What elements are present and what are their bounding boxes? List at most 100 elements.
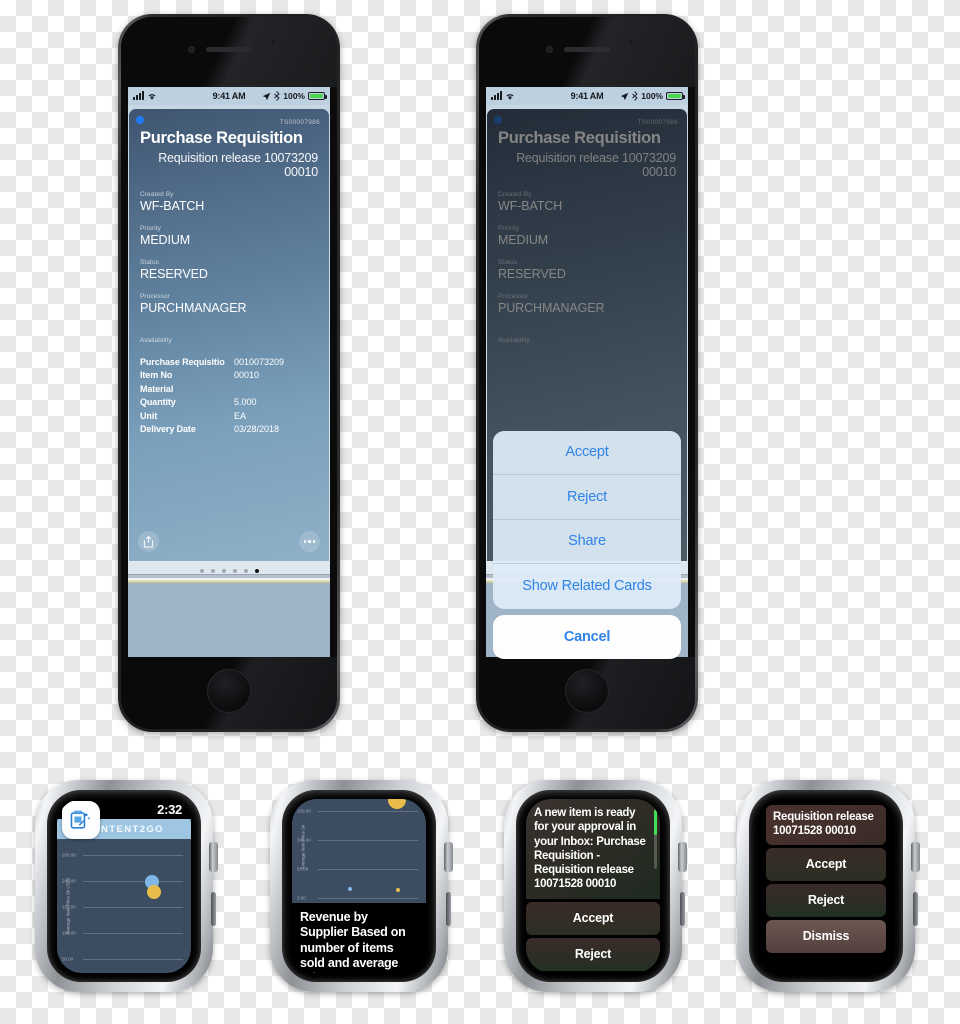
front-camera-icon [188,46,195,53]
phone-bottom-bezel [479,657,695,729]
phone-action-sheet-view: 9:41 AM 100% TS00007986 Purchase Requisi… [476,14,698,732]
field-value: MEDIUM [498,233,549,247]
notification-accept-button[interactable]: Accept [526,901,660,935]
watch-glass: A new item is ready for your approval in… [516,790,670,982]
earpiece-speaker [564,47,610,52]
page-dot[interactable] [199,569,204,573]
field-created-by: Created By WF-BATCH [498,191,687,213]
chart-tick-label: 150.00 [297,808,311,814]
detail-value: 5.000 [234,397,257,408]
detail-key: Purchase Requisitio [140,357,225,367]
page-dot-active[interactable] [254,569,259,573]
watch-side-button[interactable] [211,892,216,926]
table-row: Unit EA [140,411,284,424]
status-bar-time: 9:41 AM [570,91,604,101]
notification-dismiss-button[interactable]: Dismiss [766,919,886,953]
chart-caption: Revenue by Supplier Based on number of i… [292,903,426,973]
watch2-screen: Average Item Price (in 150.00 100.00 50.… [292,799,426,973]
phone2-screen: 9:41 AM 100% TS00007986 Purchase Requisi… [486,87,688,663]
watch1-screen: 2:32 CONTENT2GO Average Item Price (in U… [57,799,191,973]
watch-side-button[interactable] [913,892,918,926]
phone-bezel: 9:41 AM 100% TS00007986 Purchase Requisi… [479,17,695,729]
wifi-icon [148,93,156,100]
card-title: Purchase Requisition [140,129,303,147]
front-camera-icon [546,46,553,53]
action-reject-button[interactable]: Reject [493,475,681,520]
field-value: WF-BATCH [140,199,205,213]
watch-notification-actions: Requisition release 10071528 00010 Accep… [737,780,920,992]
page-indicator[interactable] [128,569,330,573]
bluetooth-icon [632,91,638,101]
card-code-label: TS00007986 [637,119,678,126]
battery-icon [308,92,327,100]
digital-crown[interactable] [678,842,687,872]
chart-point [396,888,400,892]
watch-notification: A new item is ready for your approval in… [504,780,687,992]
proximity-sensor-icon [629,39,633,43]
scrollbar[interactable] [654,809,657,869]
requisition-detail-table: Purchase Requisitio 0010073209 Item No 0… [140,357,284,437]
field-value: MEDIUM [140,233,191,247]
field-label: Status [140,259,160,266]
detail-key: Quantity [140,397,176,408]
battery-percent-label: 100% [641,91,663,101]
cellular-signal-icon [133,91,144,100]
page-dot[interactable] [232,569,237,573]
field-value: PURCHMANAGER [140,301,247,315]
field-label: Created By [140,191,174,198]
field-label: Priority [498,225,520,232]
action-accept-button[interactable]: Accept [493,431,681,475]
field-value: RESERVED [498,267,566,281]
cellular-signal-icon [491,91,502,100]
field-status: Status RESERVED [140,259,329,281]
more-icon[interactable] [299,531,320,552]
phone-top-bezel [121,17,337,87]
home-button[interactable] [565,669,609,713]
chart-point [147,885,161,899]
chart-tick-label: 200.00 [62,878,76,884]
content2go-app-icon[interactable] [62,801,100,839]
digital-crown[interactable] [444,842,453,872]
field-priority: Priority MEDIUM [140,225,329,247]
digital-crown[interactable] [209,842,218,872]
watch-app-home: 2:32 CONTENT2GO Average Item Price (in U… [35,780,218,992]
watch-time-label: 2:32 [157,801,182,817]
card-stack-edge [128,574,330,583]
chart-tick-label: 100.00 [297,837,311,843]
watch-glass: Requisition release 10071528 00010 Accep… [749,790,903,982]
field-value: RESERVED [140,267,208,281]
chart-tick-label: 100.00 [62,930,76,936]
purchase-requisition-card[interactable]: TS00007986 Purchase Requisition Requisit… [129,109,329,561]
digital-crown[interactable] [911,842,920,872]
watch-side-button[interactable] [680,892,685,926]
field-label: Processor [140,293,171,300]
home-button[interactable] [207,669,251,713]
detail-value: 0010073209 [234,357,285,367]
table-row: Quantity 5.000 [140,397,284,410]
notification-reject-button[interactable]: Reject [766,883,886,917]
notification-reject-button[interactable]: Reject [526,937,660,971]
notification-accept-button[interactable]: Accept [766,847,886,881]
phone-top-bezel [479,17,695,87]
watch-side-button[interactable] [446,892,451,926]
action-show-related-cards-button[interactable]: Show Related Cards [493,564,681,609]
unread-indicator-dot [494,116,502,124]
phone-bezel: 9:41 AM 100% TS00007986 Purchase Requisi… [121,17,337,729]
chart-tick-label: 250.00 [62,852,76,858]
watch4-screen: Requisition release 10071528 00010 Accep… [759,799,893,973]
detail-key: Item No [140,370,173,381]
page-dot[interactable] [221,569,226,573]
action-cancel-button[interactable]: Cancel [493,614,681,659]
table-row: Item No 00010 [140,370,284,383]
page-dot[interactable] [243,569,248,573]
page-dot[interactable] [210,569,215,573]
share-icon[interactable] [138,531,159,552]
action-share-button[interactable]: Share [493,520,681,564]
field-value: PURCHMANAGER [498,301,605,315]
chart-point [348,887,352,891]
detail-key: Unit [140,410,158,421]
wifi-icon [506,93,514,100]
card-title: Purchase Requisition [498,129,661,147]
revenue-by-supplier-chart: Average Item Price (in 150.00 100.00 50.… [292,799,426,903]
watch-glass: Average Item Price (in 150.00 100.00 50.… [282,790,436,982]
